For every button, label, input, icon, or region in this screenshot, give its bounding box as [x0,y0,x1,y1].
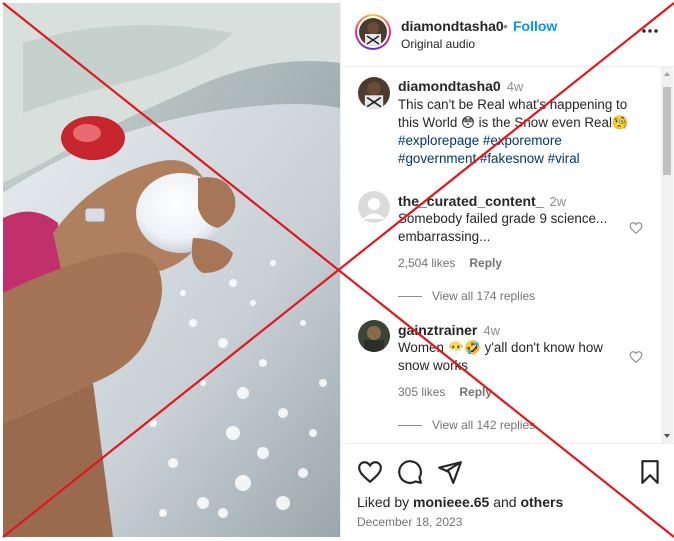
reply-button[interactable]: Reply [469,256,502,270]
caption-username[interactable]: diamondtasha0 4w [398,78,523,94]
view-replies-button[interactable]: View all 174 replies [398,289,535,303]
scroll-down-arrow-icon[interactable] [664,434,670,438]
post-detail-pane: diamondtasha0 • Follow Original audio di… [340,0,674,540]
caption-time: 4w [506,79,524,94]
view-replies-button[interactable]: View all 142 replies [398,418,535,432]
comments-scrollbar[interactable] [661,67,673,443]
comments-list[interactable]: diamondtasha0 4w This can't be Real what'… [341,67,661,443]
scrollbar-thumb[interactable] [663,87,671,175]
scroll-up-arrow-icon[interactable] [664,72,670,76]
liked-by-text: Liked by monieee.65 and others [357,494,564,510]
liked-by-user[interactable]: monieee.65 [413,494,489,510]
follow-button[interactable]: Follow [513,18,557,34]
comment-likes[interactable]: 2,504 likes [398,256,455,270]
reply-button[interactable]: Reply [459,385,492,399]
like-heart-icon[interactable] [357,459,383,485]
caption-hashtags[interactable]: #explorepage #exporemore #government #fa… [398,133,580,166]
more-options-icon[interactable] [641,22,659,40]
audio-label[interactable]: Original audio [401,37,475,51]
share-send-icon[interactable] [437,459,463,485]
like-comment-heart-icon[interactable] [629,221,643,235]
liked-by-others[interactable]: others [520,494,563,510]
post-date: December 18, 2023 [357,515,463,529]
comment-username[interactable]: gainztrainer 4w [398,322,500,338]
author-avatar[interactable] [355,14,391,50]
comment-time: 2w [549,194,567,209]
comment-username[interactable]: the_curated_content_ 2w [398,193,566,209]
caption-text: This can't be Real what's happening to t… [398,97,629,166]
post-actions: Liked by monieee.65 and others December … [341,443,674,541]
comment-text: Women 😶‍🌫️🤣 y'all don't know how snow wo… [398,340,603,373]
save-bookmark-icon[interactable] [637,459,663,485]
comment-avatar[interactable] [358,191,390,223]
like-comment-heart-icon[interactable] [629,350,643,364]
snow-photo-image [3,3,340,537]
comment-time: 4w [483,323,500,338]
comment-likes[interactable]: 305 likes [398,385,445,399]
comment-text: Somebody failed grade 9 science... embar… [398,211,608,244]
comment-avatar[interactable] [358,320,390,352]
post-header: diamondtasha0 • Follow Original audio [341,0,674,67]
caption-avatar[interactable] [358,77,390,109]
separator-dot: • [503,18,508,34]
comment-bubble-icon[interactable] [397,459,423,485]
comment-meta: 2,504 likes Reply [398,256,516,270]
post-photo[interactable] [3,3,340,537]
comment-meta: 305 likes Reply [398,385,506,399]
author-username[interactable]: diamondtasha0 [401,18,504,34]
